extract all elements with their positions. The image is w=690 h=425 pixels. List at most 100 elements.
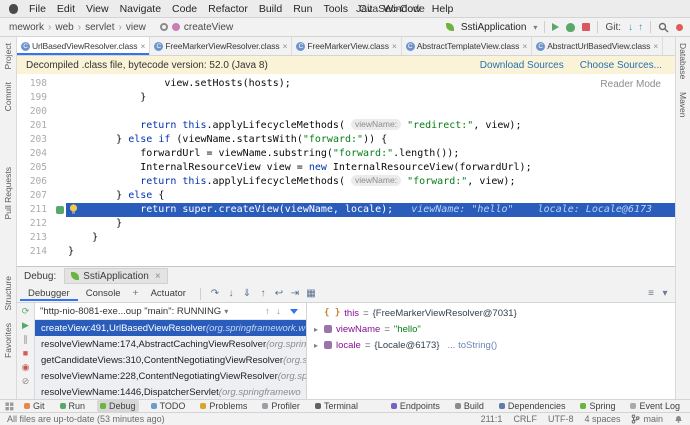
- tool-window-button-run[interactable]: Run: [57, 400, 89, 412]
- tool-window-button-problems[interactable]: Problems: [197, 400, 250, 412]
- menu-item-tools[interactable]: Tools: [323, 3, 348, 15]
- variable-row[interactable]: { } this = {FreeMarkerViewResolver@7031}: [307, 305, 675, 321]
- code-line[interactable]: 206 return this.applyLifecycleMethods( v…: [17, 175, 675, 189]
- tool-window-button-debug[interactable]: Debug: [97, 400, 139, 412]
- hide-panel-icon[interactable]: ▾: [658, 288, 672, 299]
- variable-row[interactable]: ▸ viewName = "hello": [307, 321, 675, 337]
- tool-button-favorites[interactable]: Favorites: [3, 323, 13, 358]
- tool-window-button-event-log[interactable]: Event Log: [627, 400, 683, 412]
- tab-close-icon[interactable]: ×: [522, 41, 527, 51]
- view-breakpoints-icon[interactable]: ◉: [22, 361, 30, 374]
- tool-window-button-dependencies[interactable]: Dependencies: [496, 400, 569, 412]
- notifications-bell-icon[interactable]: [674, 415, 683, 424]
- force-step-into-icon[interactable]: ⇓: [239, 288, 255, 299]
- download-sources-link[interactable]: Download Sources: [480, 60, 564, 71]
- debug-session-tab[interactable]: SstiApplication ×: [64, 268, 168, 284]
- menu-item-refactor[interactable]: Refactor: [208, 3, 248, 15]
- code-line[interactable]: 205 InternalResourceView view = new Inte…: [17, 161, 675, 175]
- tool-window-button-todo[interactable]: TODO: [148, 400, 189, 412]
- breadcrumb-item[interactable]: view: [124, 22, 148, 33]
- step-out-icon[interactable]: ↑: [255, 288, 271, 299]
- variable-row[interactable]: ▸ locale = {Locale@6173} ... toString(): [307, 337, 675, 353]
- frame-up-icon[interactable]: ↑: [262, 306, 273, 316]
- code-editor[interactable]: Reader Mode 198 view.setHosts(hosts); 199…: [17, 74, 675, 266]
- line-ending-widget[interactable]: CRLF: [513, 414, 537, 424]
- tool-button-pull-requests[interactable]: Pull Requests: [3, 167, 13, 219]
- debug-tab-actuator[interactable]: Actuator: [143, 286, 194, 301]
- stop-icon[interactable]: ■: [23, 347, 28, 360]
- code-line[interactable]: 199 }: [17, 91, 675, 105]
- tool-button-maven[interactable]: Maven: [678, 92, 688, 118]
- tool-button-project[interactable]: Project: [3, 43, 13, 69]
- execution-line[interactable]: 211 return super.createView(viewName, lo…: [17, 203, 675, 217]
- code-line[interactable]: 203 } else if (viewName.startsWith("forw…: [17, 133, 675, 147]
- code-line[interactable]: 207 } else {: [17, 189, 675, 203]
- menu-item-build[interactable]: Build: [259, 3, 282, 15]
- update-project-icon[interactable]: ↓: [628, 22, 633, 33]
- run-button[interactable]: [552, 23, 560, 31]
- tool-window-button-git[interactable]: Git: [21, 400, 48, 412]
- tool-window-button-spring[interactable]: Spring: [577, 400, 618, 412]
- menu-item-run[interactable]: Run: [293, 3, 312, 15]
- breadcrumb-item[interactable]: web: [53, 22, 75, 33]
- editor-tab-abstracttemplateview-class[interactable]: C AbstractTemplateView.class ×: [402, 37, 533, 55]
- breadcrumb-item[interactable]: mework: [7, 22, 46, 33]
- apple-menu-icon[interactable]: [9, 3, 18, 14]
- editor-tab-freemarkerview-class[interactable]: C FreeMarkerView.class ×: [292, 37, 402, 55]
- debug-tab-console[interactable]: Console: [78, 286, 129, 301]
- code-line[interactable]: 204 forwardUrl = viewName.substring("for…: [17, 147, 675, 161]
- breadcrumb-item[interactable]: servlet: [83, 22, 116, 33]
- tab-close-icon[interactable]: ×: [140, 41, 145, 51]
- filter-icon[interactable]: [290, 308, 298, 314]
- chevron-down-icon[interactable]: ▾: [533, 23, 537, 32]
- stack-frame[interactable]: resolveViewName:228, ContentNegotiatingV…: [35, 368, 306, 384]
- thread-selector[interactable]: "http-nio-8081-exe...oup "main": RUNNING…: [35, 303, 306, 320]
- editor-tab-freemarkerviewresolver-class[interactable]: C FreeMarkerViewResolver.class ×: [150, 37, 293, 55]
- frame-down-icon[interactable]: ↓: [273, 306, 284, 316]
- tab-close-icon[interactable]: ×: [653, 41, 658, 51]
- git-branch-widget[interactable]: main: [631, 414, 663, 424]
- run-configuration-select[interactable]: SstiApplication: [461, 22, 527, 33]
- code-line[interactable]: 198 view.setHosts(hosts);: [17, 77, 675, 91]
- breadcrumb-method[interactable]: createView: [184, 22, 233, 33]
- push-icon[interactable]: ↑: [638, 22, 643, 33]
- menu-item-view[interactable]: View: [86, 3, 109, 15]
- resume-icon[interactable]: ▶: [22, 319, 29, 332]
- tab-close-icon[interactable]: ×: [283, 41, 288, 51]
- editor-tab-abstracturlbasedview-class[interactable]: C AbstractUrlBasedView.class ×: [532, 37, 664, 55]
- tool-window-switcher-icon[interactable]: [5, 402, 14, 411]
- tool-window-button-endpoints[interactable]: Endpoints: [388, 400, 443, 412]
- tostring-link[interactable]: ... toString(): [448, 340, 498, 351]
- step-into-icon[interactable]: ↓: [223, 288, 239, 299]
- tool-window-button-profiler[interactable]: Profiler: [259, 400, 303, 412]
- stack-frame[interactable]: resolveViewName:1446, DispatcherServlet …: [35, 384, 306, 400]
- gear-icon[interactable]: [159, 23, 168, 31]
- stop-button[interactable]: [582, 23, 591, 31]
- code-line[interactable]: 214}: [17, 245, 675, 259]
- tool-button-commit[interactable]: Commit: [3, 82, 13, 111]
- menu-item-help[interactable]: Help: [432, 3, 454, 15]
- code-line[interactable]: 200: [17, 105, 675, 119]
- add-tab-icon[interactable]: +: [129, 288, 143, 299]
- debug-button[interactable]: [566, 22, 576, 32]
- close-icon[interactable]: ×: [155, 271, 161, 282]
- expand-arrow-icon[interactable]: ▸: [312, 341, 320, 350]
- step-over-icon[interactable]: ↷: [207, 288, 223, 299]
- evaluate-expression-icon[interactable]: ▦: [303, 288, 319, 299]
- menu-item-edit[interactable]: Edit: [57, 3, 75, 15]
- tool-button-structure[interactable]: Structure: [3, 276, 13, 311]
- stack-frame[interactable]: resolveViewName:174, AbstractCachingView…: [35, 336, 306, 352]
- search-icon[interactable]: [658, 22, 669, 33]
- tool-window-button-build[interactable]: Build: [452, 400, 487, 412]
- indent-widget[interactable]: 4 spaces: [584, 414, 620, 424]
- tool-window-button-terminal[interactable]: Terminal: [312, 400, 361, 412]
- pause-icon[interactable]: ∥: [23, 333, 28, 346]
- tool-button-database[interactable]: Database: [678, 43, 688, 79]
- mute-breakpoints-icon[interactable]: ⊘: [22, 375, 30, 388]
- debug-tab-debugger[interactable]: Debugger: [20, 286, 78, 301]
- drop-frame-icon[interactable]: ↩: [271, 288, 287, 299]
- stack-frame[interactable]: getCandidateViews:310, ContentNegotiatin…: [35, 352, 306, 368]
- stack-frame[interactable]: createView:491, UrlBasedViewResolver (or…: [35, 320, 306, 336]
- code-line[interactable]: 201 return this.applyLifecycleMethods( v…: [17, 119, 675, 133]
- choose-sources-link[interactable]: Choose Sources...: [580, 60, 662, 71]
